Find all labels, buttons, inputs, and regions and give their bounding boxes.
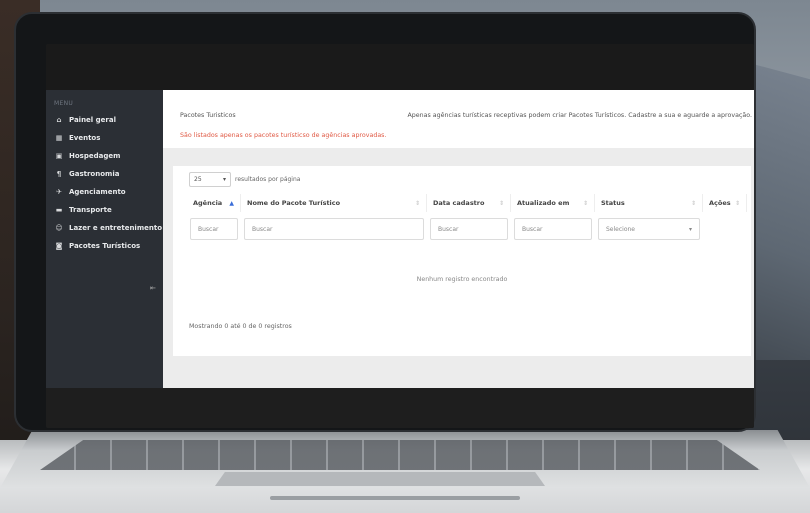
nome-search-input[interactable]: Buscar [244,218,424,240]
sort-icon: ⇕ [734,199,740,207]
column-status[interactable]: Status ⇕ [595,194,703,212]
sidebar-item-label: Lazer e entretenimento [69,224,163,232]
per-page-select[interactable]: 25 ▾ [189,172,231,187]
chevron-down-icon: ▾ [688,225,692,233]
app-topbar [46,44,754,90]
input-placeholder: Buscar [252,225,273,233]
agencia-search-input[interactable]: Buscar [190,218,238,240]
input-placeholder: Buscar [438,225,459,233]
per-page-label: resultados por página [235,176,301,183]
sidebar-item-pacotes[interactable]: ◙ Pacotes Turísticos [46,237,163,255]
sidebar-item-label: Pacotes Turísticos [69,242,141,250]
bed-icon: ▣ [55,152,63,160]
menu-label: MENU [54,100,74,107]
collapse-sidebar-icon[interactable]: ⇤ [150,284,156,292]
plane-icon: ✈ [56,188,62,196]
sort-icon: ⇕ [582,199,588,207]
data-cadastro-search-input[interactable]: Buscar [430,218,508,240]
main-content: Pacotes Turisticos Apenas agências turís… [163,90,754,388]
calendar-icon: ▦ [55,134,63,142]
laptop-keyboard [40,440,760,470]
filter-row: Buscar Buscar Buscar Buscar Selecione ▾ [187,218,703,240]
column-label: Agência [193,199,223,207]
column-label: Data cadastro [433,199,485,207]
column-nome[interactable]: Nome do Pacote Turístico ⇕ [241,194,427,212]
sidebar-item-label: Transporte [69,206,112,214]
sidebar-item-label: Hospedagem [69,152,121,160]
filter-cell: Buscar [187,218,241,240]
sort-asc-icon: ▲ [229,199,234,207]
page-header: Pacotes Turisticos Apenas agências turís… [163,90,754,148]
sidebar-item-eventos[interactable]: ▦ Eventos [46,129,163,147]
sidebar-item-painel-geral[interactable]: ⌂ Painel geral [46,111,163,129]
column-label: Ações [709,199,731,207]
column-atualizado[interactable]: Atualizado em ⇕ [511,194,595,212]
app-window: MENU ⌂ Painel geral ▦ Eventos ▣ Hospedag… [46,90,754,388]
filter-cell: Selecione ▾ [595,218,703,240]
column-label: Nome do Pacote Turístico [247,199,341,207]
info-note: Apenas agências turísticas receptivas po… [407,112,752,119]
sidebar-item-label: Gastronomia [69,170,120,178]
column-acoes[interactable]: Ações ⇕ [703,194,747,212]
select-value: Selecione [606,225,635,233]
input-placeholder: Buscar [522,225,543,233]
smile-icon: ☺ [55,224,63,232]
column-data-cadastro[interactable]: Data cadastro ⇕ [427,194,511,212]
sidebar-item-lazer[interactable]: ☺ Lazer e entretenimento [46,219,163,237]
table-info: Mostrando 0 até 0 de 0 registros [189,323,292,330]
sidebar-item-label: Painel geral [69,116,116,124]
sidebar: MENU ⌂ Painel geral ▦ Eventos ▣ Hospedag… [46,90,163,388]
filter-cell: Buscar [241,218,427,240]
column-agencia[interactable]: Agência ▲ [187,194,241,212]
sidebar-item-gastronomia[interactable]: ¶ Gastronomia [46,165,163,183]
filter-cell: Buscar [427,218,511,240]
per-page-control: 25 ▾ resultados por página [189,172,300,187]
input-placeholder: Buscar [198,225,219,233]
page-title: Pacotes Turisticos [180,112,236,119]
filter-cell: Buscar [511,218,595,240]
atualizado-search-input[interactable]: Buscar [514,218,592,240]
sidebar-item-transporte[interactable]: ▬ Transporte [46,201,163,219]
sort-icon: ⇕ [414,199,420,207]
app-footer [46,388,754,428]
laptop-trackpad [215,472,545,486]
sort-icon: ⇕ [690,199,696,207]
utensils-icon: ¶ [56,170,62,178]
warning-text: São listados apenas os pacotes turístics… [180,132,387,139]
table-card: 25 ▾ resultados por página Agência ▲ Nom… [173,166,751,356]
table-header: Agência ▲ Nome do Pacote Turístico ⇕ Dat… [187,194,747,212]
car-icon: ▬ [55,206,63,214]
sidebar-item-label: Eventos [69,134,101,142]
laptop-hinge [270,496,520,500]
column-label: Atualizado em [517,199,570,207]
sidebar-item-hospedagem[interactable]: ▣ Hospedagem [46,147,163,165]
suitcase-icon: ◙ [55,242,63,250]
home-icon: ⌂ [56,116,62,124]
laptop-lid: MENU ⌂ Painel geral ▦ Eventos ▣ Hospedag… [14,12,756,432]
sort-icon: ⇕ [498,199,504,207]
empty-message: Nenhum registro encontrado [416,276,508,283]
column-label: Status [601,199,625,207]
status-select[interactable]: Selecione ▾ [598,218,700,240]
sidebar-item-agenciamento[interactable]: ✈ Agenciamento [46,183,163,201]
per-page-value: 25 [194,176,202,183]
sidebar-item-label: Agenciamento [69,188,126,196]
laptop-screen: MENU ⌂ Painel geral ▦ Eventos ▣ Hospedag… [46,44,754,428]
chevron-down-icon: ▾ [222,176,226,183]
